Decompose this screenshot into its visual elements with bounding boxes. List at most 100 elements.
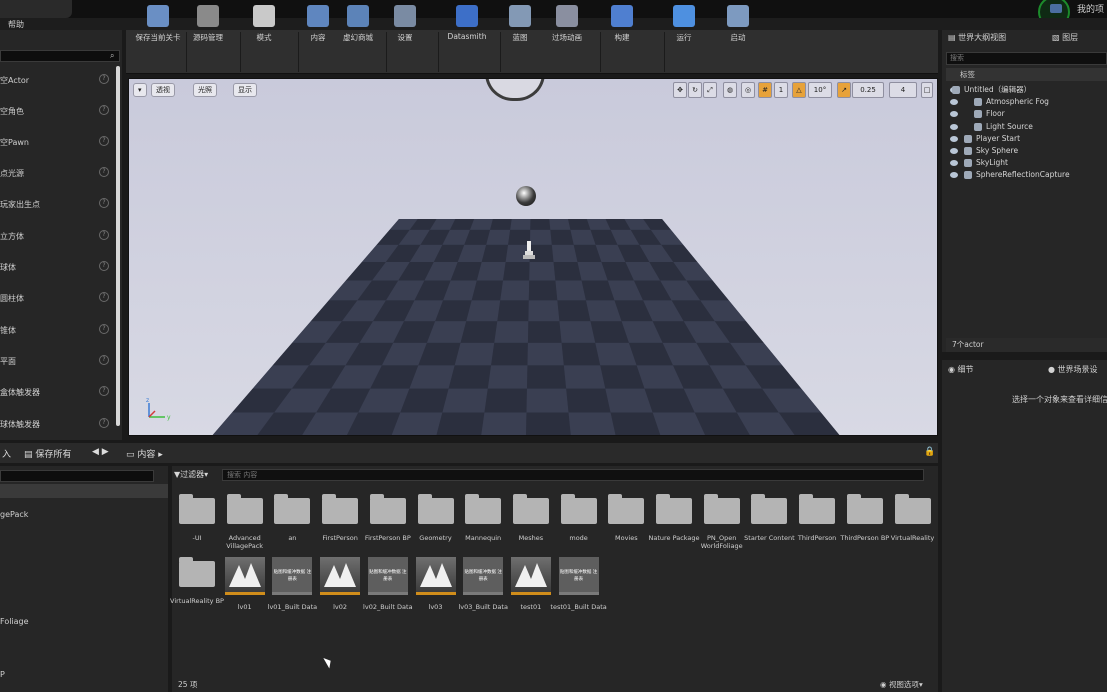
save-all-button[interactable]: ▤ 保存所有	[24, 447, 71, 460]
level-tab[interactable]	[0, 0, 72, 18]
level-asset[interactable]: lv01	[222, 557, 268, 621]
folder-item[interactable]: VirtualReality BP	[170, 557, 224, 621]
folder-path[interactable]: ▭ 内容 ▸	[126, 447, 163, 460]
place-item[interactable]: 空Actor?	[0, 66, 112, 94]
folder-item[interactable]: Mannequin	[460, 494, 506, 558]
tab-details[interactable]: ◉ 细节	[948, 362, 974, 378]
toolbar-marketplace-button[interactable]: 虚幻商城	[338, 0, 378, 44]
menu-help[interactable]: 帮助	[8, 19, 24, 30]
level-asset[interactable]: test01	[508, 557, 554, 621]
help-icon[interactable]: ?	[99, 230, 109, 240]
toolbar-content-button[interactable]: 内容	[300, 0, 336, 44]
folder-item[interactable]: Nature Package	[648, 494, 700, 558]
folder-item[interactable]: -UI	[174, 494, 220, 558]
history-back-icon[interactable]: ◀ ▶	[92, 447, 109, 457]
translate-tool-icon[interactable]: ✥	[673, 82, 687, 98]
outliner-row[interactable]: SphereReflectionCapture	[946, 169, 1107, 181]
visibility-eye-icon[interactable]	[950, 123, 958, 130]
rotation-snap-value[interactable]: 10°	[808, 82, 832, 98]
user-name[interactable]: 我的项	[1077, 2, 1104, 15]
folder-item[interactable]: FirstPerson BP	[365, 494, 411, 558]
help-icon[interactable]: ?	[99, 292, 109, 302]
level-viewport[interactable]: z y ▾ 透视 光照 显示 ✥ ↻ ⤢ ◍ ◎ # 1 △ 10° ↗ 0.2…	[128, 78, 938, 436]
outliner-row[interactable]: SkyLight	[946, 157, 1107, 169]
place-item[interactable]: 圆柱体?	[0, 284, 112, 312]
place-item[interactable]: 玩家出生点?	[0, 190, 112, 218]
toolbar-modes-button[interactable]: 模式	[242, 0, 286, 44]
built-data-asset[interactable]: 贴图和缓冲数据 注册表 lv03_Built Data	[458, 557, 508, 621]
lock-icon[interactable]: 🔒	[924, 447, 935, 457]
source-item[interactable]: gePack	[0, 510, 28, 519]
place-search-input[interactable]	[0, 50, 120, 62]
toolbar-save-button[interactable]: 保存当前关卡	[130, 0, 186, 44]
scale-snap-value[interactable]: 0.25	[852, 82, 884, 98]
outliner-row[interactable]: Floor	[946, 108, 1107, 120]
visibility-eye-icon[interactable]	[950, 111, 958, 118]
place-item[interactable]: 空Pawn?	[0, 128, 112, 156]
place-item[interactable]: 盒体触发器?	[0, 378, 112, 406]
folder-item[interactable]: Geometry	[413, 494, 459, 558]
visibility-eye-icon[interactable]	[950, 148, 958, 154]
built-data-asset[interactable]: 贴图和缓冲数据 注册表 test01_Built Data	[550, 557, 607, 621]
folder-item[interactable]: FirstPerson	[317, 494, 363, 558]
place-item[interactable]: 球体?	[0, 253, 112, 281]
toolbar-play-button[interactable]: 运行	[666, 0, 702, 44]
folder-item[interactable]: ThirdPerson BP	[840, 494, 889, 558]
sphere-reflection-capture-icon[interactable]	[516, 186, 536, 206]
grid-snap-icon[interactable]: #	[758, 82, 772, 98]
camera-speed-button[interactable]: 4	[889, 82, 917, 98]
sources-search-input[interactable]	[0, 470, 154, 482]
help-icon[interactable]: ?	[99, 418, 109, 428]
rotate-tool-icon[interactable]: ↻	[688, 82, 702, 98]
visibility-eye-icon[interactable]	[950, 172, 958, 179]
folder-item[interactable]: PN_Open WorldFoliage	[699, 494, 745, 558]
outliner-row[interactable]: Atmospheric Fog	[946, 96, 1107, 108]
toolbar-source-control-button[interactable]: 源码管理	[188, 0, 228, 44]
place-scrollbar[interactable]	[116, 66, 120, 426]
viewport-options-button[interactable]: ▾	[133, 83, 147, 97]
help-icon[interactable]: ?	[99, 74, 109, 84]
scale-tool-icon[interactable]: ⤢	[703, 82, 717, 98]
toolbar-cinematics-button[interactable]: 过场动画	[544, 0, 590, 44]
outliner-search-input[interactable]: 搜索	[946, 52, 1107, 65]
folder-item[interactable]: Movies	[603, 494, 649, 558]
folder-item[interactable]: Advanced VillagePack	[222, 494, 268, 558]
help-icon[interactable]: ?	[99, 355, 109, 365]
level-asset[interactable]: lv03	[413, 557, 459, 621]
player-start-icon[interactable]	[523, 239, 535, 261]
perspective-button[interactable]: 透视	[151, 83, 175, 97]
place-item[interactable]: 点光源?	[0, 159, 112, 187]
help-icon[interactable]: ?	[99, 167, 109, 177]
help-icon[interactable]: ?	[99, 324, 109, 334]
toolbar-settings-button[interactable]: 设置	[388, 0, 422, 44]
show-button[interactable]: 显示	[233, 83, 257, 97]
world-space-icon[interactable]: ◍	[723, 82, 737, 98]
rotation-snap-icon[interactable]: △	[792, 82, 806, 98]
visibility-eye-icon[interactable]	[950, 99, 958, 106]
toolbar-build-button[interactable]: 构建	[602, 0, 642, 44]
place-item[interactable]: 立方体?	[0, 222, 112, 250]
toolbar-blueprint-button[interactable]: 蓝图	[502, 0, 538, 44]
place-item[interactable]: 锥体?	[0, 316, 112, 344]
lit-mode-button[interactable]: 光照	[193, 83, 217, 97]
folder-item[interactable]: ThirdPerson	[794, 494, 840, 558]
maximize-viewport-icon[interactable]: □	[921, 82, 933, 98]
folder-item[interactable]: Starter Content	[744, 494, 795, 558]
tab-layers[interactable]: ▧ 图层	[1052, 30, 1078, 46]
folder-item[interactable]: mode	[556, 494, 602, 558]
surface-snap-icon[interactable]: ◎	[741, 82, 755, 98]
help-icon[interactable]: ?	[99, 105, 109, 115]
built-data-asset[interactable]: 贴图和缓冲数据 注册表 lv02_Built Data	[363, 557, 413, 621]
source-item[interactable]: Foliage	[0, 617, 29, 626]
help-icon[interactable]: ?	[99, 198, 109, 208]
source-item[interactable]: P	[0, 670, 5, 679]
toolbar-launch-button[interactable]: 启动	[718, 0, 758, 44]
place-item[interactable]: 平面?	[0, 347, 112, 375]
scale-snap-icon[interactable]: ↗	[837, 82, 851, 98]
content-search-input[interactable]: 搜索 内容	[222, 469, 924, 481]
outliner-row[interactable]: Light Source	[946, 121, 1107, 133]
visibility-eye-icon[interactable]	[950, 135, 958, 142]
sources-selected-row[interactable]	[0, 484, 168, 498]
help-icon[interactable]: ?	[99, 386, 109, 396]
built-data-asset[interactable]: 贴图和缓冲数据 注册表 lv01_Built Data	[268, 557, 317, 621]
